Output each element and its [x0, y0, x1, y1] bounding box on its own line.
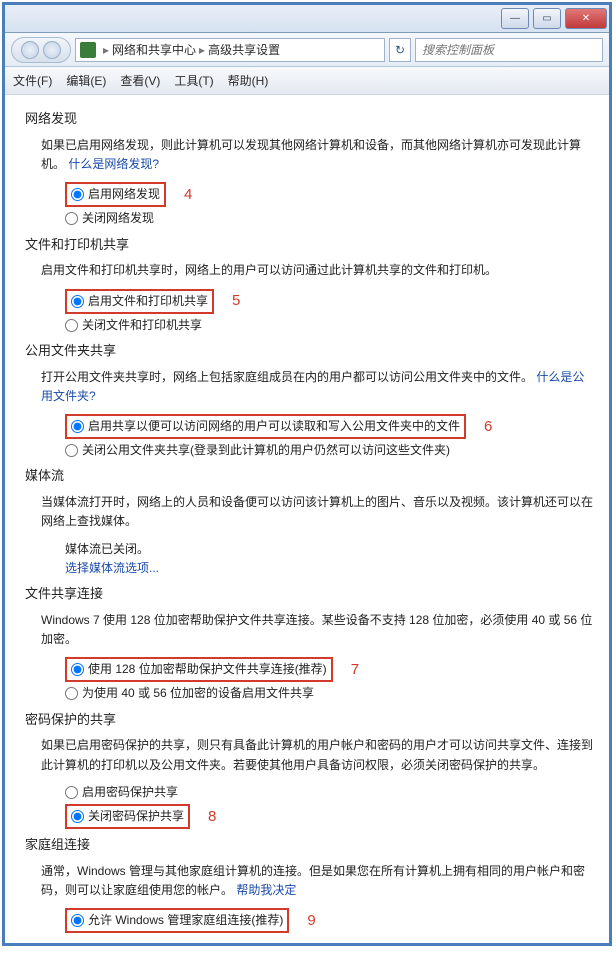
nav-history[interactable]	[11, 37, 71, 63]
encryption-40-56-label: 为使用 40 或 56 位加密的设备启用文件共享	[82, 684, 314, 703]
net-discovery-desc: 如果已启用网络发现，则此计算机可以发现其他网络计算机和设备，而其他网络计算机亦可…	[41, 136, 593, 174]
net-discovery-off-radio[interactable]	[65, 212, 78, 225]
back-icon	[21, 41, 39, 59]
password-on-label: 启用密码保护共享	[82, 783, 178, 802]
control-panel-icon	[80, 42, 96, 58]
annotation-8: 8	[208, 805, 216, 829]
annotation-9: 9	[307, 909, 315, 933]
public-folder-desc: 打开公用文件夹共享时，网络上包括家庭组成员在内的用户都可以访问公用文件夹中的文件…	[41, 368, 593, 406]
menu-tools[interactable]: 工具(T)	[174, 72, 213, 89]
what-is-net-discovery-link[interactable]: 什么是网络发现?	[68, 157, 159, 171]
highlight-5: 启用文件和打印机共享	[65, 289, 214, 314]
section-media-stream-title: 媒体流	[25, 466, 593, 487]
highlight-8: 关闭密码保护共享	[65, 804, 190, 829]
section-encryption-title: 文件共享连接	[25, 584, 593, 605]
highlight-7: 使用 128 位加密帮助保护文件共享连接(推荐)	[65, 657, 333, 682]
public-folder-off-label: 关闭公用文件夹共享(登录到此计算机的用户仍然可以访问这些文件夹)	[82, 441, 450, 460]
net-discovery-on-radio[interactable]	[71, 188, 84, 201]
section-homegroup-title: 家庭组连接	[25, 835, 593, 856]
password-on-radio[interactable]	[65, 786, 78, 799]
password-off-label: 关闭密码保护共享	[88, 807, 184, 826]
file-printer-desc: 启用文件和打印机共享时，网络上的用户可以访问通过此计算机共享的文件和打印机。	[41, 261, 593, 280]
menu-edit[interactable]: 编辑(E)	[66, 72, 106, 89]
highlight-9: 允许 Windows 管理家庭组连接(推荐)	[65, 908, 289, 933]
annotation-5: 5	[232, 289, 240, 313]
encryption-desc: Windows 7 使用 128 位加密帮助保护文件共享连接。某些设备不支持 1…	[41, 611, 593, 649]
highlight-4: 启用网络发现	[65, 182, 166, 207]
homegroup-desc: 通常，Windows 管理与其他家庭组计算机的连接。但是如果您在所有计算机上拥有…	[41, 862, 593, 900]
search-box[interactable]	[415, 38, 603, 62]
media-stream-status: 媒体流已关闭。	[65, 540, 593, 559]
section-password-title: 密码保护的共享	[25, 710, 593, 731]
navigation-bar: ▸ 网络和共享中心 ▸ 高级共享设置 ↻	[5, 33, 609, 67]
section-public-folder-title: 公用文件夹共享	[25, 341, 593, 362]
public-folder-on-radio[interactable]	[71, 420, 84, 433]
file-printer-on-label: 启用文件和打印机共享	[88, 292, 208, 311]
highlight-6: 启用共享以便可以访问网络的用户可以读取和写入公用文件夹中的文件	[65, 414, 466, 439]
section-file-printer-title: 文件和打印机共享	[25, 235, 593, 256]
encryption-40-56-radio[interactable]	[65, 687, 78, 700]
close-button[interactable]: ✕	[565, 8, 607, 29]
refresh-button[interactable]: ↻	[389, 38, 411, 62]
breadcrumb-seg-2[interactable]: 高级共享设置	[208, 41, 280, 58]
file-printer-off-radio[interactable]	[65, 319, 78, 332]
net-discovery-off-label: 关闭网络发现	[82, 209, 154, 228]
password-off-radio[interactable]	[71, 810, 84, 823]
annotation-7: 7	[351, 658, 359, 682]
breadcrumb[interactable]: ▸ 网络和共享中心 ▸ 高级共享设置	[75, 38, 385, 62]
encryption-128-label: 使用 128 位加密帮助保护文件共享连接(推荐)	[88, 660, 327, 679]
media-stream-desc: 当媒体流打开时，网络上的人员和设备便可以访问该计算机上的图片、音乐以及视频。该计…	[41, 493, 593, 531]
menu-file[interactable]: 文件(F)	[13, 72, 52, 89]
public-folder-on-label: 启用共享以便可以访问网络的用户可以读取和写入公用文件夹中的文件	[88, 417, 460, 436]
minimize-button[interactable]: —	[501, 8, 529, 29]
password-desc: 如果已启用密码保护的共享，则只有具备此计算机的用户帐户和密码的用户才可以访问共享…	[41, 736, 593, 774]
media-stream-options-link[interactable]: 选择媒体流选项...	[65, 559, 593, 578]
content-pane: 网络发现 如果已启用网络发现，则此计算机可以发现其他网络计算机和设备，而其他网络…	[5, 95, 609, 943]
breadcrumb-seg-1[interactable]: 网络和共享中心	[112, 41, 196, 58]
encryption-128-radio[interactable]	[71, 663, 84, 676]
breadcrumb-sep: ▸	[199, 43, 205, 57]
menu-view[interactable]: 查看(V)	[120, 72, 160, 89]
menu-bar: 文件(F) 编辑(E) 查看(V) 工具(T) 帮助(H)	[5, 67, 609, 95]
file-printer-off-label: 关闭文件和打印机共享	[82, 316, 202, 335]
section-net-discovery-title: 网络发现	[25, 109, 593, 130]
annotation-6: 6	[484, 415, 492, 439]
net-discovery-on-label: 启用网络发现	[88, 185, 160, 204]
help-me-decide-link[interactable]: 帮助我决定	[236, 883, 296, 897]
window-titlebar: — ▭ ✕	[5, 5, 609, 33]
menu-help[interactable]: 帮助(H)	[228, 72, 269, 89]
homegroup-windows-radio[interactable]	[71, 914, 84, 927]
file-printer-on-radio[interactable]	[71, 295, 84, 308]
annotation-4: 4	[184, 183, 192, 207]
breadcrumb-sep: ▸	[103, 43, 109, 57]
public-folder-off-radio[interactable]	[65, 444, 78, 457]
homegroup-windows-label: 允许 Windows 管理家庭组连接(推荐)	[88, 911, 283, 930]
search-input[interactable]	[416, 39, 602, 61]
maximize-button[interactable]: ▭	[533, 8, 561, 29]
forward-icon	[43, 41, 61, 59]
